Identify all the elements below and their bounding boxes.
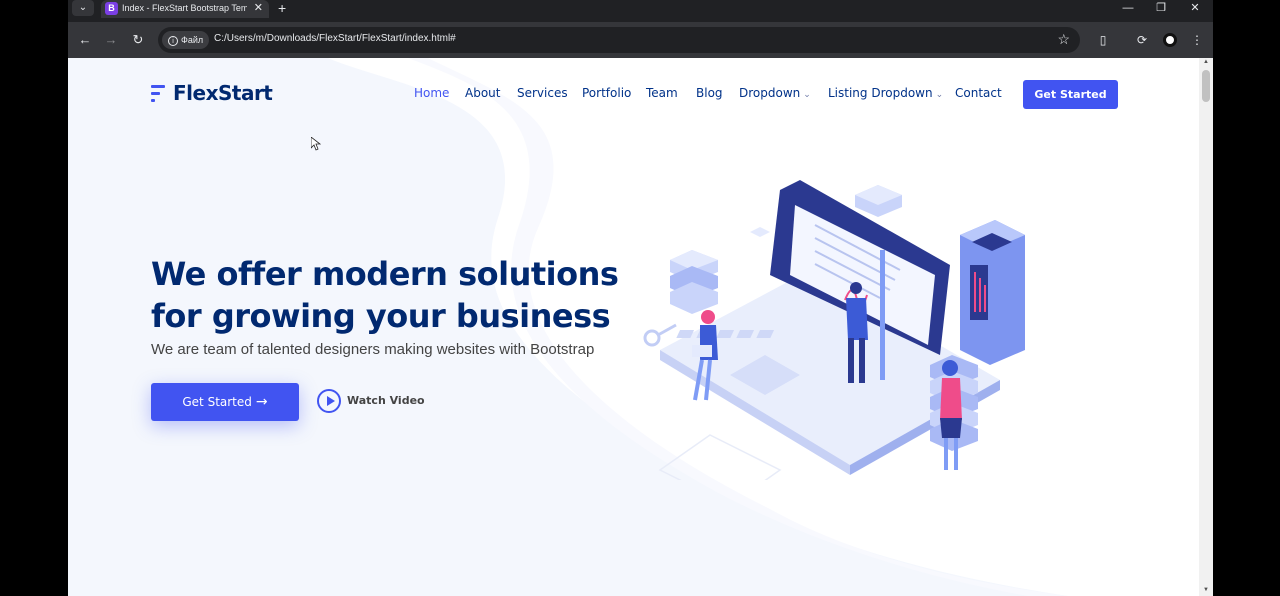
- minimize-icon[interactable]: —: [1118, 0, 1138, 16]
- restore-icon[interactable]: ❐: [1151, 0, 1171, 16]
- extensions-icon[interactable]: ▯: [1094, 31, 1112, 49]
- back-icon[interactable]: ←: [76, 31, 94, 49]
- browser-tab[interactable]: B Index - FlexStart Bootstrap Tem ✕: [101, 0, 269, 18]
- nav-listing-dropdown[interactable]: Listing Dropdown ⌄: [828, 86, 943, 100]
- nav-dropdown-label: Dropdown: [739, 86, 801, 100]
- info-icon: i: [168, 36, 178, 46]
- browser-toolbar: ← → ↻ i Файл C:/Users/m/Downloads/FlexSta…: [68, 22, 1213, 58]
- logo-mark-icon: [151, 85, 165, 102]
- tab-list-icon[interactable]: ⌄: [72, 0, 94, 16]
- address-bar[interactable]: i Файл C:/Users/m/Downloads/FlexStart/Fle…: [158, 27, 1080, 53]
- watch-video-label: Watch Video: [347, 394, 425, 407]
- hero-get-started-label: Get Started: [182, 395, 252, 409]
- play-icon: [317, 389, 341, 413]
- hero-title: We offer modern solutions for growing yo…: [151, 255, 619, 335]
- nav-blog[interactable]: Blog: [696, 86, 723, 100]
- menu-icon[interactable]: ⋮: [1188, 31, 1206, 49]
- site-info-chip[interactable]: i Файл: [162, 31, 210, 49]
- reload-icon[interactable]: ↻: [129, 31, 147, 49]
- hero-get-started-button[interactable]: Get Started →: [151, 383, 299, 421]
- nav-home[interactable]: Home: [414, 86, 449, 100]
- nav-team[interactable]: Team: [646, 86, 678, 100]
- mouse-cursor-icon: [311, 137, 321, 151]
- sync-icon[interactable]: ⟳: [1133, 31, 1151, 49]
- forward-icon[interactable]: →: [102, 31, 120, 49]
- browser-chrome: ⌄ B Index - FlexStart Bootstrap Tem ✕ + …: [68, 0, 1213, 58]
- site-chip-label: Файл: [181, 35, 204, 45]
- nav-dropdown[interactable]: Dropdown ⌄: [739, 86, 811, 100]
- nav-portfolio[interactable]: Portfolio: [582, 86, 631, 100]
- tab-close-icon[interactable]: ✕: [254, 1, 263, 14]
- profile-icon[interactable]: [1163, 33, 1177, 47]
- tab-bar: ⌄ B Index - FlexStart Bootstrap Tem ✕ + …: [68, 0, 1213, 18]
- new-tab-button[interactable]: +: [278, 0, 286, 16]
- hero-subtitle: We are team of talented designers making…: [151, 341, 595, 358]
- hero-illustration: [643, 180, 1025, 480]
- page-scrollbar[interactable]: ▲ ▼: [1199, 58, 1213, 596]
- nav-contact[interactable]: Contact: [955, 86, 1002, 100]
- bootstrap-favicon-icon: B: [105, 2, 118, 15]
- bookmark-star-icon[interactable]: ☆: [1057, 31, 1070, 48]
- nav-about[interactable]: About: [465, 86, 500, 100]
- scroll-down-icon[interactable]: ▼: [1202, 587, 1210, 593]
- nav-services[interactable]: Services: [517, 86, 568, 100]
- scroll-up-icon[interactable]: ▲: [1202, 59, 1210, 65]
- arrow-right-icon: →: [255, 394, 268, 410]
- tab-title: Index - FlexStart Bootstrap Tem: [122, 3, 247, 13]
- chevron-down-icon: ⌄: [803, 90, 811, 100]
- chevron-down-icon: ⌄: [935, 90, 944, 100]
- url-text[interactable]: C:/Users/m/Downloads/FlexStart/FlexStart…: [214, 33, 456, 44]
- header-get-started-button[interactable]: Get Started: [1023, 80, 1118, 109]
- close-window-icon[interactable]: ✕: [1185, 0, 1205, 16]
- scrollbar-thumb[interactable]: [1202, 70, 1210, 102]
- page-viewport: FlexStart Home About Services Portfolio …: [68, 58, 1199, 596]
- nav-listing-dropdown-label: Listing Dropdown: [828, 86, 933, 100]
- logo-text: FlexStart: [173, 81, 273, 105]
